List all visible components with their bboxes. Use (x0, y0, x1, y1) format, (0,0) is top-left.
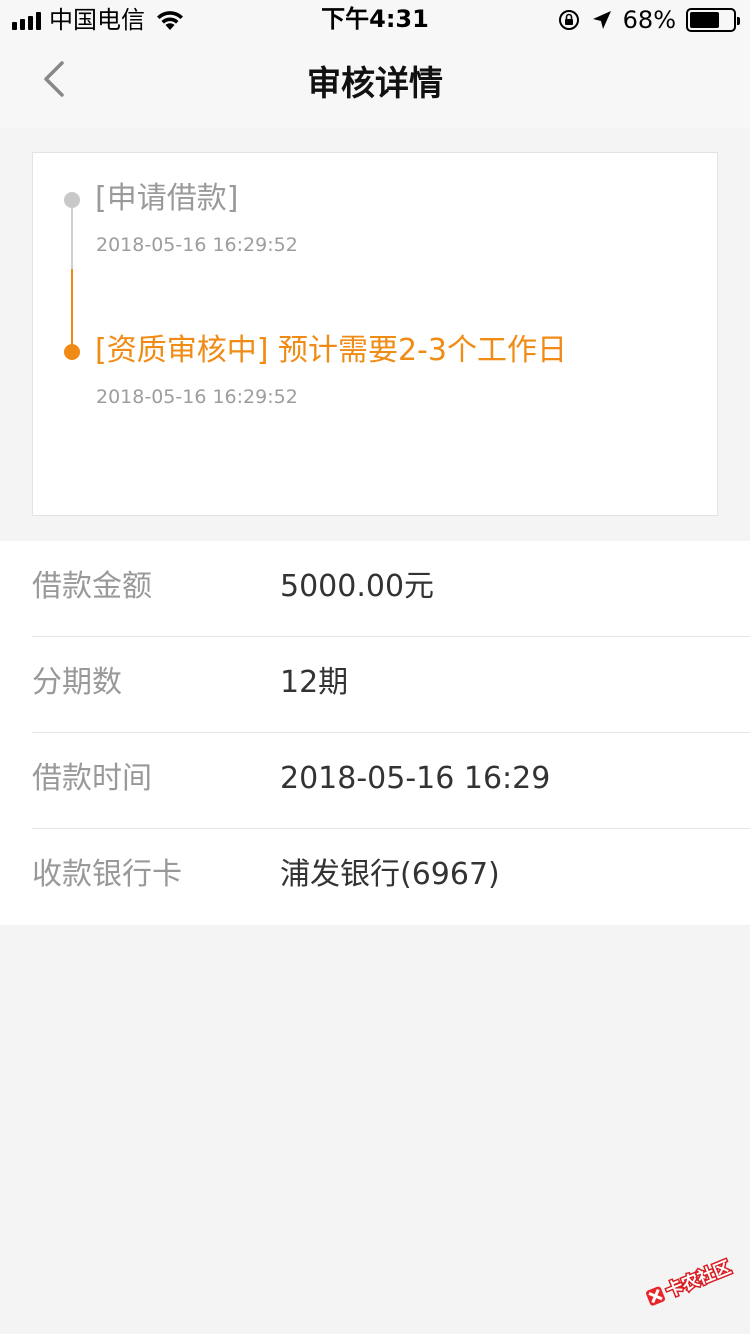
timeline-step-time: 2018-05-16 16:29:52 (96, 234, 298, 256)
rotation-lock-icon (558, 10, 579, 30)
detail-label: 借款金额 (32, 569, 152, 604)
nav-bar: 审核详情 (0, 40, 750, 128)
timeline-line-active (71, 269, 73, 353)
battery-icon (686, 8, 740, 32)
watermark-logo: 卡农社区 (646, 1255, 735, 1306)
location-arrow-icon (592, 11, 611, 29)
timeline-step-title: [申请借款] (95, 181, 239, 216)
battery-percent: 68% (622, 6, 676, 34)
timeline-dot-active (64, 344, 80, 360)
timeline-step-time-active: 2018-05-16 16:29:52 (96, 386, 298, 408)
timeline-card: [申请借款] 2018-05-16 16:29:52 [资质审核中] 预计需要2… (32, 152, 718, 516)
detail-value: 2018-05-16 16:29 (280, 761, 551, 796)
detail-row-bank-card: 收款银行卡 浦发银行(6967) (32, 829, 750, 925)
detail-value: 5000.00元 (280, 569, 435, 604)
loan-detail-list: 借款金额 5000.00元 分期数 12期 借款时间 2018-05-16 16… (0, 541, 750, 925)
detail-value: 12期 (280, 665, 349, 700)
timeline-dot-done (64, 192, 80, 208)
detail-row-installments: 分期数 12期 (32, 637, 750, 733)
battery-fill (690, 12, 719, 28)
timeline-line-done (71, 201, 73, 273)
status-right: 68% (557, 6, 740, 34)
page-title: 审核详情 (307, 64, 443, 104)
timeline-step-title-active: [资质审核中] 预计需要2-3个工作日 (95, 333, 567, 368)
detail-row-loan-time: 借款时间 2018-05-16 16:29 (32, 733, 750, 829)
watermark-text: 卡农社区 (663, 1257, 734, 1302)
detail-row-amount: 借款金额 5000.00元 (32, 541, 750, 637)
detail-value: 浦发银行(6967) (280, 857, 500, 892)
detail-label: 分期数 (32, 665, 122, 700)
status-bar: 中国电信 下午4:31 68% (0, 0, 750, 40)
battery-cap (737, 17, 740, 25)
detail-label: 借款时间 (32, 761, 152, 796)
detail-label: 收款银行卡 (32, 857, 182, 892)
